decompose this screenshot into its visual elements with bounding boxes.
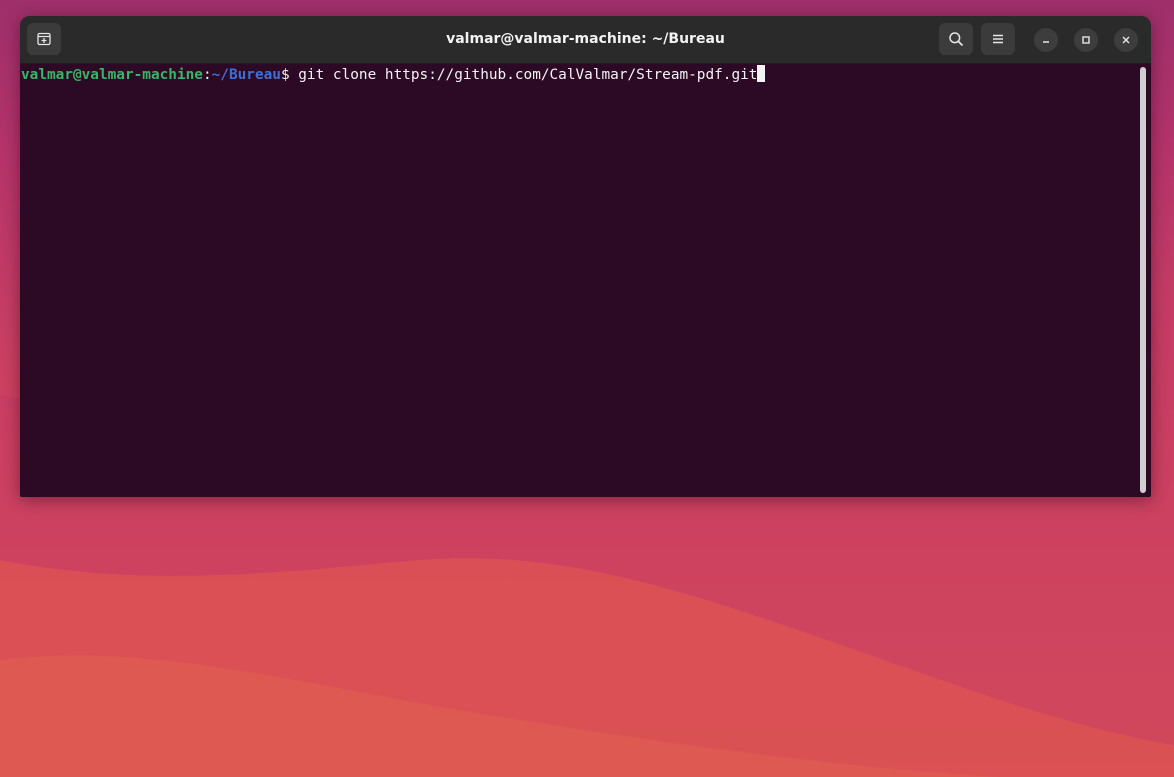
prompt-path: ~/Bureau: [211, 67, 281, 83]
terminal-output[interactable]: valmar@valmar-machine:~/Bureau$ git clon…: [20, 64, 1151, 497]
hamburger-menu-icon: [993, 34, 1003, 44]
minimize-icon: [1043, 41, 1049, 43]
close-button[interactable]: [1114, 28, 1138, 52]
close-icon: [1122, 36, 1130, 44]
prompt-user-host: valmar@valmar-machine: [21, 67, 203, 83]
terminal-window: valmar@valmar-machine: ~/Bureau valmar@v…: [20, 16, 1151, 497]
minimize-button[interactable]: [1034, 28, 1058, 52]
prompt-line: valmar@valmar-machine:~/Bureau$ git clon…: [21, 65, 766, 84]
text-cursor: [757, 65, 766, 82]
maximize-button[interactable]: [1074, 28, 1098, 52]
maximize-icon: [1082, 36, 1090, 44]
prompt-colon: :: [202, 67, 212, 83]
vertical-scrollbar[interactable]: [1139, 65, 1147, 495]
menu-button[interactable]: [981, 23, 1015, 55]
search-button[interactable]: [939, 23, 973, 55]
prompt-symbol: $: [280, 67, 299, 83]
search-icon: [949, 32, 963, 46]
title-bar[interactable]: valmar@valmar-machine: ~/Bureau: [20, 16, 1151, 64]
scrollbar-thumb[interactable]: [1140, 67, 1146, 493]
typed-command: git clone https://github.com/CalValmar/S…: [298, 67, 758, 83]
